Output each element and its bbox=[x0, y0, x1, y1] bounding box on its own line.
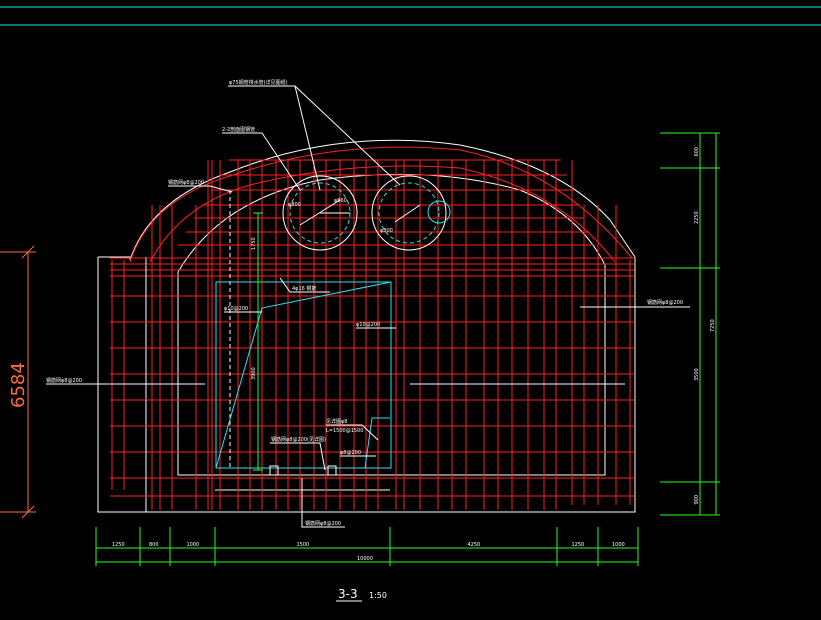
pipe-label: 2-2剖面图钢管 bbox=[222, 126, 255, 133]
right-dim-segment: 3500 bbox=[694, 368, 700, 381]
cad-drawing: φ800 φ860 φ800 1750 3900 φ75钢管排水管(详见图纸) … bbox=[0, 6, 821, 602]
right-dimensions: 600 2250 3500 900 7250 bbox=[660, 132, 720, 516]
bottom-dim-segment: 1000 bbox=[187, 542, 200, 548]
inner-dim-lower: 3900 bbox=[251, 367, 257, 380]
opening-top-label: 4φ16 钢筋 bbox=[292, 285, 316, 292]
bottom-dim-segment: 1500 bbox=[297, 542, 310, 548]
left-pipe-label-1: φ800 bbox=[288, 202, 301, 208]
bottom-dim-segment: 1250 bbox=[112, 542, 125, 548]
left-pipe: φ800 φ860 bbox=[282, 175, 358, 251]
inner-dim-upper: 1750 bbox=[251, 237, 257, 250]
bottom-dim-segment: 1250 bbox=[572, 542, 585, 548]
left-dimension-value: 6584 bbox=[8, 362, 29, 408]
section-scale: 1:50 bbox=[369, 591, 387, 600]
bottom-dim-segment: 4250 bbox=[468, 542, 481, 548]
left-dimension: 6584 bbox=[0, 245, 36, 519]
right-dim-segment: 600 bbox=[694, 147, 700, 157]
bottom-dim-total: 10000 bbox=[357, 556, 373, 562]
base-note: 钢筋网φ8@200(见详图) bbox=[271, 436, 326, 443]
note-c: φ8@200 bbox=[340, 450, 361, 456]
right-dim-segment: 2250 bbox=[694, 211, 700, 224]
opening-right-label: φ10@200 bbox=[356, 322, 380, 328]
opening-left-label: φ10@200 bbox=[224, 306, 248, 312]
right-dim-segment: 900 bbox=[694, 495, 700, 505]
bottom-label: 钢筋网φ8@200 bbox=[305, 520, 341, 527]
left-pipe-label-2: φ860 bbox=[334, 198, 347, 204]
top-label: φ75钢管排水管(详见图纸) bbox=[229, 79, 288, 86]
bottom-dimensions: 1250 800 1000 1500 4250 1250 1000 10000 bbox=[95, 527, 639, 566]
right-middle-label: 钢筋网φ8@200 bbox=[647, 299, 683, 306]
note-b: L=1500@1500 bbox=[326, 428, 363, 434]
section-label: 3-3 bbox=[338, 587, 358, 601]
note-a: 见详图φ8 bbox=[326, 418, 347, 425]
bottom-dim-segment: 1000 bbox=[612, 542, 625, 548]
right-pipe-label: φ800 bbox=[380, 228, 393, 234]
left-middle-label: 钢筋网φ8@200 bbox=[46, 377, 82, 384]
right-dim-total: 7250 bbox=[710, 319, 716, 332]
sheet-frame bbox=[0, 6, 821, 26]
bottom-dim-segment: 800 bbox=[149, 542, 159, 548]
section-title: 3-3 1:50 bbox=[336, 587, 387, 602]
annotations: φ75钢管排水管(详见图纸) 2-2剖面图钢管 钢筋网φ8@200 钢筋网φ8@… bbox=[46, 79, 690, 528]
left-upper-label: 钢筋网φ8@200 bbox=[168, 179, 204, 186]
